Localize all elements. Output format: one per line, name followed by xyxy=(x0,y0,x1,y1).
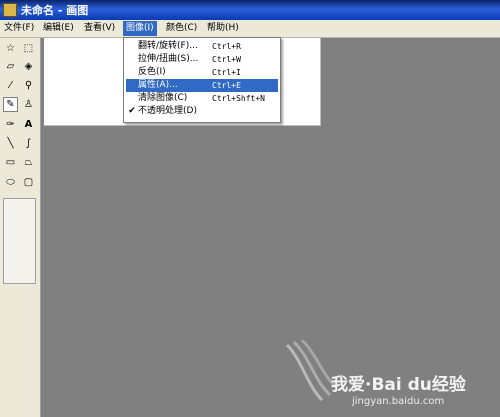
menu-file[interactable]: 文件(F) xyxy=(1,21,37,36)
menu-item-stretch-skew[interactable]: 拉伸/扭曲(S)... Ctrl+W xyxy=(126,53,278,66)
select-icon[interactable]: ⬚ xyxy=(21,41,36,56)
baidu-watermark: 我爱·Bai du经验 jingyan.baidu.com xyxy=(282,340,500,417)
airbrush-icon[interactable]: ✑ xyxy=(3,117,18,132)
ellipse-icon[interactable]: ⬭ xyxy=(3,175,18,190)
watermark-url: jingyan.baidu.com xyxy=(352,396,445,407)
menu-image[interactable]: 图像(I) xyxy=(123,21,157,36)
menu-item-invert-colors[interactable]: 反色(I) Ctrl+I xyxy=(126,66,278,79)
magnifier-icon[interactable]: ⚲ xyxy=(21,78,36,93)
image-menu-dropdown: 翻转/旋转(F)... Ctrl+R 拉伸/扭曲(S)... Ctrl+W 反色… xyxy=(123,37,281,123)
brush-icon[interactable]: ♙ xyxy=(21,97,36,112)
menu-help[interactable]: 帮助(H) xyxy=(204,21,242,36)
menu-item-flip-rotate[interactable]: 翻转/旋转(F)... Ctrl+R xyxy=(126,40,278,53)
menu-view[interactable]: 查看(V) xyxy=(81,21,118,36)
menu-item-draw-opaque[interactable]: ✔ 不透明处理(D) xyxy=(126,105,278,118)
menu-edit[interactable]: 编辑(E) xyxy=(40,21,77,36)
rounded-rectangle-icon[interactable]: ▢ xyxy=(21,175,36,190)
menu-item-clear-image[interactable]: 清除图像(C) Ctrl+Shft+N xyxy=(126,92,278,105)
line-icon[interactable]: ╲ xyxy=(3,136,18,151)
menu-item-attributes[interactable]: 属性(A)... Ctrl+E xyxy=(126,79,278,92)
tool-options-box[interactable] xyxy=(3,198,36,284)
rectangle-icon[interactable]: ▭ xyxy=(3,155,18,170)
check-icon: ✔ xyxy=(128,106,136,116)
eraser-icon[interactable]: ▱ xyxy=(3,59,18,74)
paint-app-icon[interactable] xyxy=(3,3,17,17)
pencil-icon[interactable]: ✎ xyxy=(3,97,18,112)
free-select-icon[interactable]: ☆ xyxy=(3,41,18,56)
curve-icon[interactable]: ∫ xyxy=(21,136,36,151)
toolbox: ☆ ⬚ ▱ ◈ ⁄ ⚲ ✎ ♙ ✑ A ╲ ∫ ▭ ⏢ ⬭ ▢ xyxy=(0,38,41,417)
fill-icon[interactable]: ◈ xyxy=(21,59,36,74)
window-title: 未命名 - 画图 xyxy=(21,4,89,17)
text-icon[interactable]: A xyxy=(21,117,36,132)
pick-color-icon[interactable]: ⁄ xyxy=(3,78,18,93)
menu-colors[interactable]: 颜色(C) xyxy=(163,21,200,36)
watermark-brand: 我爱·Bai du经验 xyxy=(331,375,466,395)
title-bar: 未命名 - 画图 xyxy=(0,0,500,20)
menu-bar: 文件(F) 编辑(E) 查看(V) 图像(I) 颜色(C) 帮助(H) xyxy=(0,20,500,38)
polygon-icon[interactable]: ⏢ xyxy=(21,155,36,170)
